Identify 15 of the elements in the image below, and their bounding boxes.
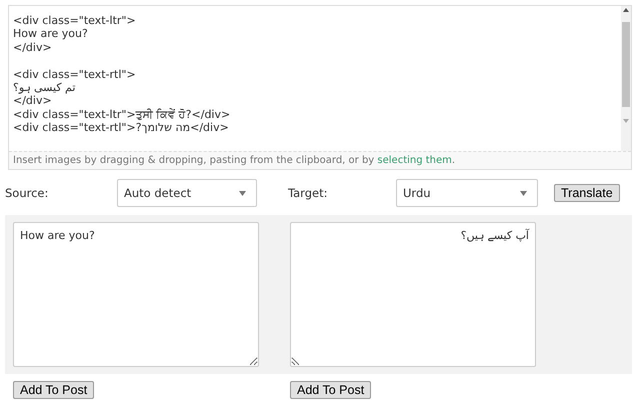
target-label: Target: — [288, 186, 328, 200]
source-label: Source: — [5, 186, 50, 200]
scrollbar[interactable] — [621, 6, 631, 151]
add-to-post-button[interactable]: Add To Post — [13, 381, 94, 399]
source-dropdown[interactable]: Auto detect — [117, 179, 257, 207]
target-dropdown[interactable]: Urdu — [396, 179, 538, 207]
translate-button[interactable]: Translate — [554, 184, 620, 202]
dropdown-caret-icon — [520, 190, 527, 196]
scroll-up-icon[interactable] — [622, 6, 630, 14]
translated-text-field[interactable]: آپ کیسے ہیں؟ — [290, 222, 536, 367]
dropdown-caret-icon — [239, 190, 246, 196]
scroll-down-icon[interactable] — [622, 117, 630, 125]
add-to-post-button[interactable]: Add To Post — [290, 381, 372, 399]
upload-hint: Insert images by dragging & dropping, pasting from the clipboard, or by selecting them. — [9, 151, 631, 169]
source-text-field[interactable]: How are you? — [13, 222, 259, 367]
